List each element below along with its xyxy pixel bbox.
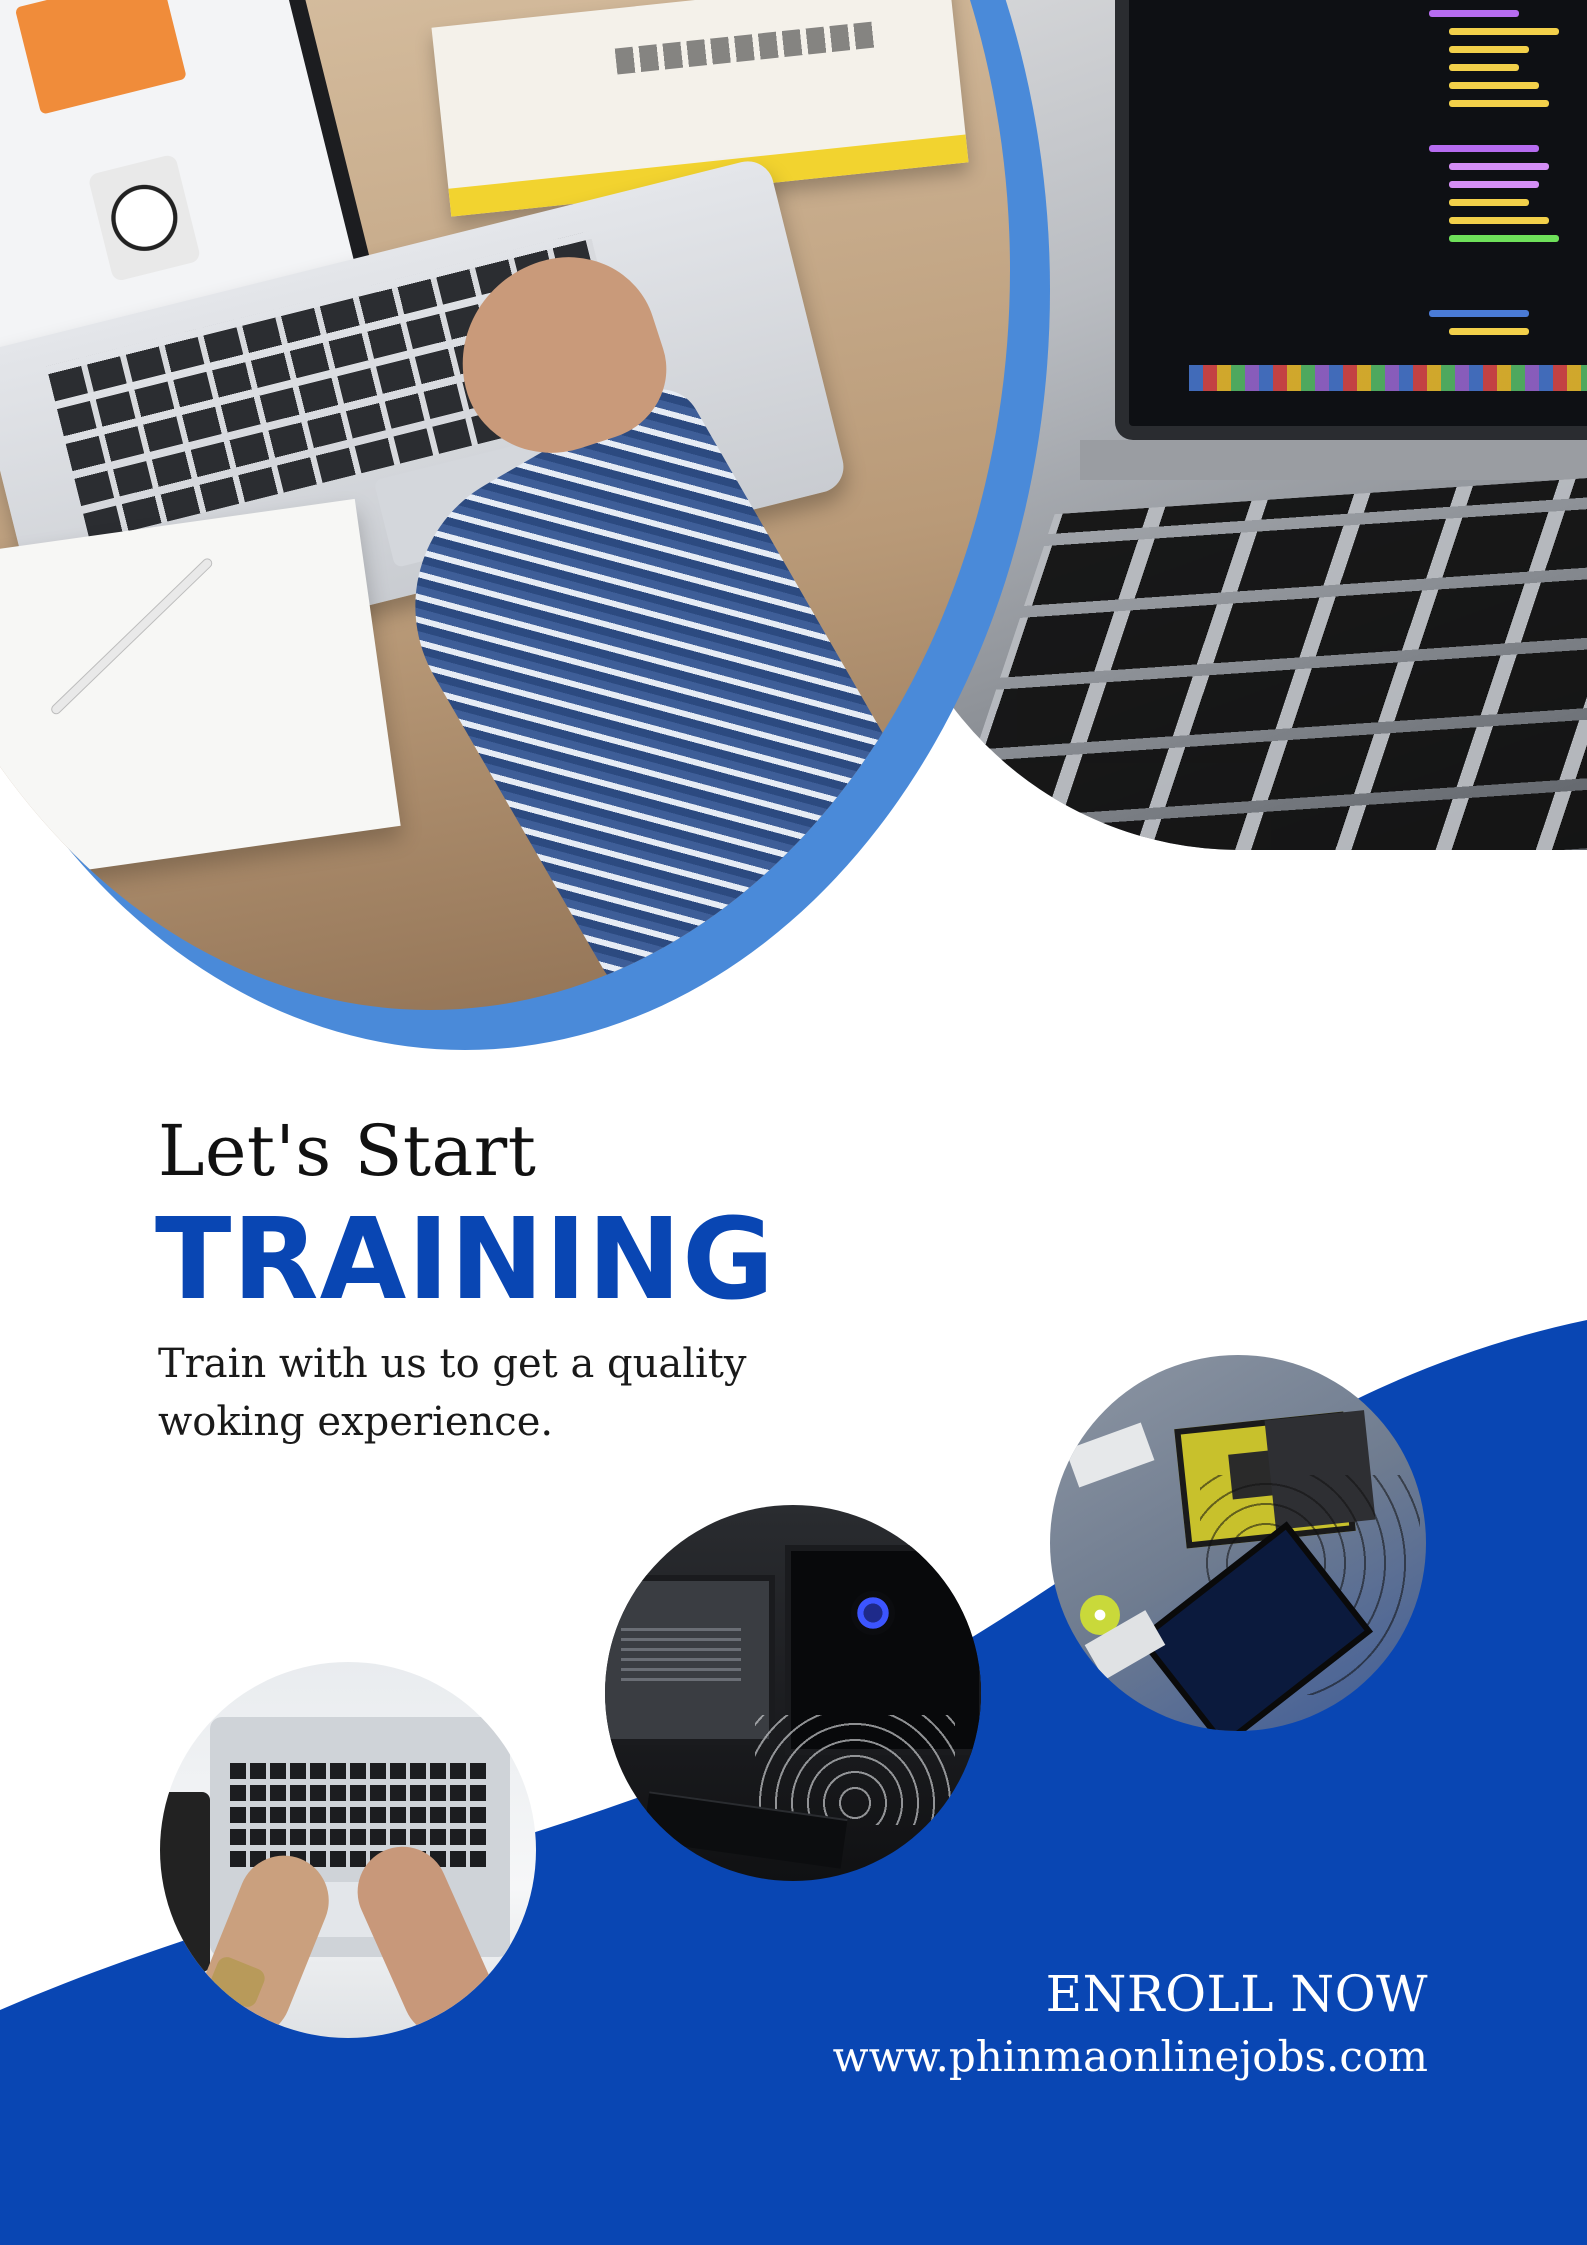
blue-fan (851, 1591, 895, 1635)
subtitle: Train with us to get a quality woking ex… (158, 1335, 778, 1451)
website-link[interactable]: www.phinmaonlinejobs.com (833, 2032, 1428, 2081)
subtitle-line-2: woking experience. (158, 1399, 554, 1445)
code-screen (1115, 0, 1587, 440)
pen (49, 556, 215, 717)
subtitle-line-1: Train with us to get a quality (158, 1341, 747, 1387)
app-dock (1189, 365, 1587, 391)
heading-training: TRAINING (155, 1195, 776, 1325)
circuit-board-laptop-photo (1050, 1355, 1426, 1731)
training-poster: Let's Start TRAINING Train with us to ge… (0, 0, 1587, 2245)
laptop-keyboard (230, 1757, 490, 1867)
computer-monitors-setup-photo (605, 1505, 981, 1881)
enroll-now-label[interactable]: ENROLL NOW (1046, 1965, 1428, 2023)
sneaker-image (87, 153, 202, 283)
heading-lets-start: Let's Start (158, 1110, 537, 1192)
laptop-hinge (1080, 440, 1587, 480)
cables (755, 1715, 955, 1825)
phone (160, 1792, 210, 1972)
laptop-on-desk-photo (0, 0, 1010, 1010)
keyboard-keys (927, 466, 1587, 850)
book-title-text (614, 21, 876, 75)
shoe-image (14, 0, 187, 115)
monitor-left (605, 1575, 775, 1745)
hands-typing-laptop-photo (160, 1662, 536, 2038)
notebook (0, 498, 401, 892)
